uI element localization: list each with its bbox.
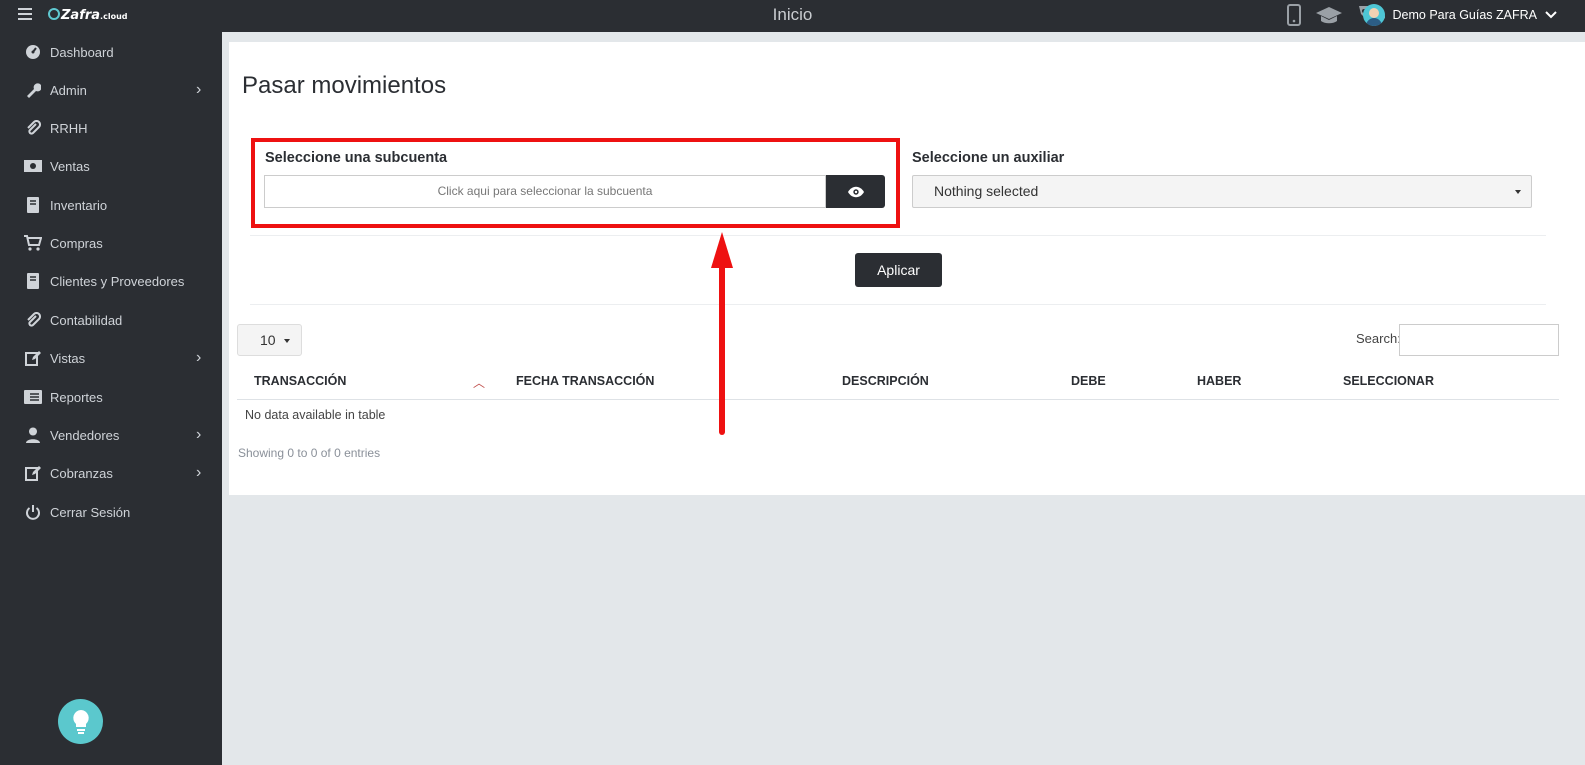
logo-suffix: .cloud — [100, 12, 128, 21]
sidebar-item-label: Cobranzas — [50, 465, 113, 481]
sidebar-item-vendedores[interactable]: Vendedores › — [0, 418, 222, 452]
annotation-arrow-icon — [711, 232, 733, 435]
column-header-descripcion[interactable]: DESCRIPCIÓN — [842, 374, 929, 388]
list-icon — [24, 388, 42, 406]
sidebar-item-label: Compras — [50, 235, 103, 251]
lightbulb-icon — [72, 709, 89, 734]
book-icon — [24, 272, 42, 290]
column-header-debe[interactable]: DEBE — [1071, 374, 1106, 388]
power-icon — [24, 503, 42, 521]
sidebar-item-inventario[interactable]: Inventario — [0, 188, 222, 222]
paperclip-icon — [24, 119, 42, 137]
sidebar-item-compras[interactable]: Compras — [0, 226, 222, 260]
sidebar-item-admin[interactable]: Admin › — [0, 73, 222, 107]
sidebar-item-label: Admin — [50, 82, 87, 98]
sidebar-item-cerrar-sesion[interactable]: Cerrar Sesión — [0, 495, 222, 529]
column-header-seleccionar[interactable]: SELECCIONAR — [1343, 374, 1434, 388]
sidebar: Dashboard Admin › RRHH Ventas Inventario… — [0, 32, 222, 765]
sidebar-item-dashboard[interactable]: Dashboard — [0, 35, 222, 69]
sidebar-item-ventas[interactable]: Ventas — [0, 149, 222, 183]
table-empty-message: No data available in table — [245, 408, 386, 422]
money-icon — [24, 157, 42, 175]
divider — [250, 235, 1546, 236]
logo-text: Zafra — [61, 8, 101, 23]
paperclip-icon — [24, 311, 42, 329]
table-info: Showing 0 to 0 of 0 entries — [238, 446, 381, 460]
sidebar-item-clientes-proveedores[interactable]: Clientes y Proveedores — [0, 264, 222, 298]
chevron-down-icon — [1545, 11, 1557, 19]
sidebar-item-label: RRHH — [50, 120, 88, 136]
sidebar-item-label: Vendedores — [50, 427, 120, 443]
auxiliar-select-value: Nothing selected — [934, 183, 1039, 199]
lightbulb-button[interactable] — [58, 699, 103, 744]
user-name: Demo Para Guías ZAFRA — [1392, 8, 1538, 22]
sidebar-item-label: Inventario — [50, 197, 108, 213]
auxiliar-select[interactable]: Nothing selected — [912, 175, 1532, 208]
sidebar-item-contabilidad[interactable]: Contabilidad — [0, 303, 222, 337]
sidebar-item-vistas[interactable]: Vistas › — [0, 341, 222, 375]
edit-icon — [24, 349, 42, 367]
chevron-right-icon: › — [196, 349, 202, 366]
dashboard-icon — [24, 43, 42, 61]
sidebar-item-label: Contabilidad — [50, 312, 123, 328]
mobile-icon[interactable] — [1287, 4, 1301, 26]
table-header-divider — [237, 399, 1559, 400]
auxiliar-label: Seleccione un auxiliar — [912, 150, 1065, 166]
column-header-haber[interactable]: HABER — [1197, 374, 1241, 388]
annotation-highlight-box — [251, 138, 900, 228]
caret-down-icon — [1515, 190, 1521, 194]
sidebar-item-label: Ventas — [50, 158, 90, 174]
column-header-transaccion[interactable]: TRANSACCIÓN — [254, 374, 346, 388]
logo-mark-icon — [48, 8, 60, 20]
sidebar-item-label: Vistas — [50, 350, 86, 366]
page-length-select[interactable]: 10 — [237, 324, 302, 356]
logo[interactable]: Zafra.cloud — [48, 8, 128, 23]
wrench-icon — [24, 81, 42, 99]
search-input[interactable] — [1399, 324, 1559, 356]
chevron-right-icon: › — [196, 426, 202, 443]
page-length-value: 10 — [260, 332, 276, 348]
sidebar-item-label: Reportes — [50, 389, 103, 405]
sidebar-item-label: Dashboard — [50, 44, 114, 60]
chevron-right-icon: › — [196, 81, 202, 98]
book-icon — [24, 196, 42, 214]
sidebar-item-rrhh[interactable]: RRHH — [0, 111, 222, 145]
search-label: Search: — [1356, 331, 1401, 346]
divider — [250, 304, 1546, 305]
page-title: Pasar movimientos — [242, 72, 447, 99]
top-bar: Zafra.cloud Inicio Demo Para Guías ZAFRA — [0, 0, 1585, 32]
user-icon — [24, 426, 42, 444]
edit-icon — [24, 464, 42, 482]
user-menu[interactable]: Demo Para Guías ZAFRA — [1362, 4, 1558, 26]
sort-ascending-icon[interactable]: ︿ — [473, 374, 485, 391]
sidebar-item-cobranzas[interactable]: Cobranzas › — [0, 456, 222, 490]
graduation-cap-icon[interactable] — [1315, 5, 1343, 25]
sidebar-item-label: Cerrar Sesión — [50, 504, 131, 520]
sidebar-item-label: Clientes y Proveedores — [50, 273, 185, 289]
menu-toggle-icon[interactable] — [18, 8, 32, 20]
apply-button[interactable]: Aplicar — [855, 253, 942, 287]
chevron-right-icon: › — [196, 464, 202, 481]
sidebar-item-reportes[interactable]: Reportes — [0, 380, 222, 414]
column-header-fecha[interactable]: FECHA TRANSACCIÓN — [516, 374, 654, 388]
caret-down-icon — [284, 339, 290, 343]
avatar — [1362, 4, 1385, 26]
cart-icon — [24, 234, 42, 252]
